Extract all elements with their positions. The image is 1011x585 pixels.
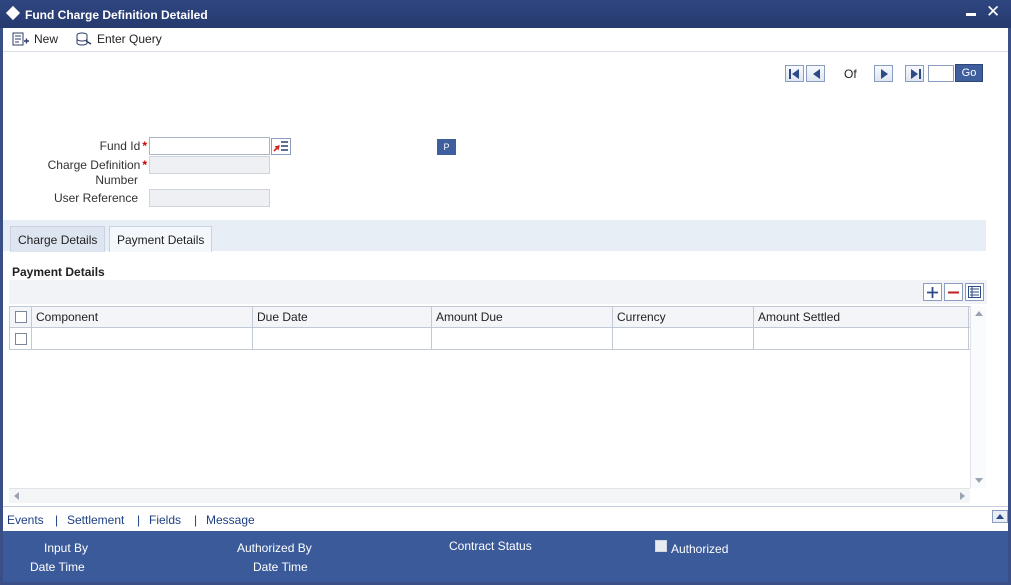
up-arrow-icon <box>996 514 1004 519</box>
column-header-amount-due[interactable]: Amount Due <box>432 307 613 327</box>
settlement-link[interactable]: Settlement <box>67 513 124 527</box>
close-icon[interactable]: ✕ <box>986 3 1000 21</box>
delete-row-button[interactable] <box>944 283 963 301</box>
scroll-up-arrow-icon[interactable] <box>975 311 983 316</box>
table-row <box>10 328 970 350</box>
payment-details-heading: Payment Details <box>12 265 105 279</box>
main-window: New Enter Query Of Go Fund Id * P Charge… <box>3 28 1008 582</box>
charge-definition-number-label: Charge Definition * Number <box>47 158 147 187</box>
plus-icon <box>927 286 938 298</box>
toolbar: New Enter Query <box>3 28 1008 52</box>
list-of-values-icon <box>273 141 288 152</box>
last-record-button[interactable] <box>905 65 924 82</box>
enter-query-button[interactable]: Enter Query <box>75 30 162 48</box>
previous-record-button[interactable] <box>806 65 825 82</box>
user-reference-label: User Reference <box>53 191 138 205</box>
list-view-icon <box>968 286 981 298</box>
input-by-label: Input By <box>44 541 89 555</box>
first-record-button[interactable] <box>785 65 804 82</box>
minus-icon <box>948 291 959 293</box>
next-arrow-icon <box>881 69 888 79</box>
collapse-footer-button[interactable] <box>992 510 1008 523</box>
minimize-icon[interactable] <box>966 13 976 16</box>
link-separator: | <box>137 513 141 527</box>
column-header-due-date[interactable]: Due Date <box>253 307 432 327</box>
due-date-cell[interactable] <box>253 328 432 349</box>
column-header-component[interactable]: Component <box>32 307 253 327</box>
authorized-checkbox <box>655 540 667 552</box>
column-header-amount-settled[interactable]: Amount Settled <box>754 307 969 327</box>
user-reference-field <box>149 189 270 207</box>
app-diamond-icon <box>5 5 21 21</box>
record-pager: Of Go <box>3 64 1008 84</box>
required-marker: * <box>142 139 147 153</box>
link-separator: | <box>55 513 59 527</box>
page-number-input[interactable] <box>928 65 954 82</box>
new-record-icon <box>12 32 30 46</box>
scroll-left-arrow-icon[interactable] <box>14 492 19 500</box>
contract-status-label: Contract Status <box>449 539 532 553</box>
required-marker: * <box>142 158 147 172</box>
next-record-button[interactable] <box>874 65 893 82</box>
first-bar-icon <box>789 69 791 79</box>
last-bar-icon <box>919 69 921 79</box>
first-arrow-icon <box>792 69 799 79</box>
tab-strip: Charge Details Payment Details <box>3 220 986 252</box>
scroll-right-arrow-icon[interactable] <box>960 492 965 500</box>
charge-definition-number-field <box>149 156 270 174</box>
column-header-currency[interactable]: Currency <box>613 307 754 327</box>
enter-query-label: Enter Query <box>97 32 162 46</box>
single-view-button[interactable] <box>965 283 984 301</box>
fund-id-lookup-button[interactable] <box>271 138 291 155</box>
component-cell[interactable] <box>32 328 253 349</box>
scroll-down-arrow-icon[interactable] <box>975 478 983 483</box>
fund-id-input[interactable] <box>149 137 270 155</box>
payment-details-grid: Component Due Date Amount Due Currency A… <box>9 306 970 350</box>
select-all-cell <box>10 307 32 327</box>
row-select-cell <box>10 328 32 349</box>
pager-of-label: Of <box>844 67 857 81</box>
tab-payment-details[interactable]: Payment Details <box>109 226 213 252</box>
grid-toolbar <box>9 280 987 304</box>
authorized-date-time-label: Date Time <box>253 560 308 574</box>
amount-due-cell[interactable] <box>432 328 613 349</box>
amount-settled-cell[interactable] <box>754 328 969 349</box>
input-date-time-label: Date Time <box>30 560 85 574</box>
currency-cell[interactable] <box>613 328 754 349</box>
footer-links-bar: Events | Settlement | Fields | Message <box>3 506 1008 530</box>
last-arrow-icon <box>911 69 918 79</box>
authorized-label: Authorized <box>671 542 729 556</box>
grid-horizontal-scrollbar[interactable] <box>9 488 970 503</box>
message-link[interactable]: Message <box>206 513 255 527</box>
fund-id-label: Fund Id * <box>99 139 147 153</box>
fields-link[interactable]: Fields <box>149 513 181 527</box>
grid-header-row: Component Due Date Amount Due Currency A… <box>10 306 970 328</box>
title-bar: Fund Charge Definition Detailed ✕ <box>0 0 1011 28</box>
select-all-checkbox[interactable] <box>14 311 27 323</box>
grid-vertical-scrollbar[interactable] <box>970 306 986 488</box>
row-select-checkbox[interactable] <box>14 332 27 345</box>
new-button-label: New <box>34 32 59 46</box>
new-button[interactable]: New <box>12 30 58 48</box>
p-button[interactable]: P <box>437 139 456 155</box>
query-icon <box>75 32 93 46</box>
tab-charge-details[interactable]: Charge Details <box>10 226 106 252</box>
previous-arrow-icon <box>813 69 820 79</box>
window-title: Fund Charge Definition Detailed <box>25 8 208 22</box>
events-link[interactable]: Events <box>7 513 44 527</box>
add-row-button[interactable] <box>923 283 942 301</box>
go-button[interactable]: Go <box>955 64 983 82</box>
audit-bar: Input By Date Time Authorized By Date Ti… <box>3 531 1008 582</box>
authorized-by-label: Authorized By <box>237 541 312 555</box>
link-separator: | <box>194 513 198 527</box>
